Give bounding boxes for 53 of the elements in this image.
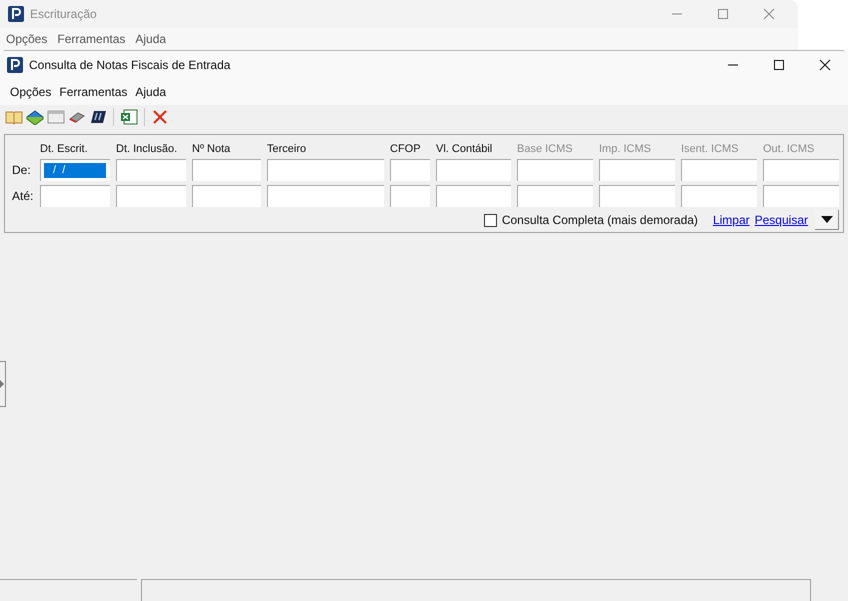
spreadsheet-icon[interactable] bbox=[120, 109, 138, 125]
menu-item[interactable]: Ferramentas bbox=[57, 30, 126, 48]
column-label: Nº Nota bbox=[192, 142, 230, 155]
app-logo-icon bbox=[8, 6, 24, 22]
column-label: Vl. Contábil bbox=[436, 142, 492, 155]
input-field[interactable]: / / bbox=[40, 159, 110, 182]
input-field[interactable] bbox=[116, 184, 186, 207]
column-label: CFOP bbox=[390, 142, 421, 155]
input-field[interactable] bbox=[267, 184, 384, 207]
menu-item[interactable]: Opções bbox=[10, 83, 52, 101]
input-field[interactable] bbox=[599, 184, 675, 207]
input-field[interactable] bbox=[599, 159, 675, 182]
input-field[interactable] bbox=[517, 159, 593, 182]
input-field[interactable] bbox=[116, 159, 186, 182]
column-label: Dt. Inclusão. bbox=[116, 142, 178, 155]
input-field[interactable] bbox=[436, 184, 511, 207]
input-field[interactable] bbox=[390, 159, 430, 182]
menu-item[interactable]: Opções bbox=[6, 30, 48, 48]
input-field[interactable] bbox=[517, 184, 593, 207]
column-label: Imp. ICMS bbox=[599, 142, 651, 155]
input-field[interactable] bbox=[681, 159, 757, 182]
column-label: Base ICMS bbox=[517, 142, 573, 155]
input-field[interactable] bbox=[267, 159, 384, 182]
delete-icon[interactable] bbox=[151, 109, 169, 125]
column-label: Terceiro bbox=[267, 142, 306, 155]
app-logo-icon bbox=[7, 57, 23, 73]
column-label: Out. ICMS bbox=[763, 142, 814, 155]
dropdown-button[interactable] bbox=[815, 210, 839, 230]
menu-item[interactable]: Ajuda bbox=[135, 30, 166, 48]
checkbox-label: Consulta Completa (mais demorada) bbox=[502, 212, 698, 230]
input-field[interactable] bbox=[681, 184, 757, 207]
input-field[interactable] bbox=[192, 159, 261, 182]
input-field[interactable] bbox=[192, 184, 261, 207]
input-field[interactable] bbox=[390, 184, 430, 207]
input-field[interactable] bbox=[763, 184, 839, 207]
column-label: Dt. Escrit. bbox=[40, 142, 88, 155]
menu-item[interactable]: Ajuda bbox=[135, 83, 166, 101]
input-field[interactable] bbox=[763, 159, 839, 182]
field-value: / / bbox=[44, 163, 106, 178]
dropdown-icon bbox=[820, 216, 832, 224]
row-label: Até: bbox=[11, 188, 34, 205]
link[interactable]: Limpar bbox=[712, 211, 750, 230]
expand-icon bbox=[0, 380, 4, 388]
checkbox[interactable] bbox=[484, 214, 497, 227]
window-title: Consulta de Notas Fiscais de Entrada bbox=[29, 57, 230, 74]
row-label: De: bbox=[11, 162, 32, 180]
side-panel-tab[interactable] bbox=[0, 361, 6, 407]
column-label: Isent. ICMS bbox=[681, 142, 738, 155]
input-field[interactable] bbox=[436, 159, 511, 182]
menu-item[interactable]: Ferramentas bbox=[59, 83, 128, 101]
window-title: Escrituração bbox=[30, 6, 97, 23]
input-field[interactable] bbox=[40, 184, 110, 207]
link[interactable]: Pesquisar bbox=[754, 211, 808, 230]
